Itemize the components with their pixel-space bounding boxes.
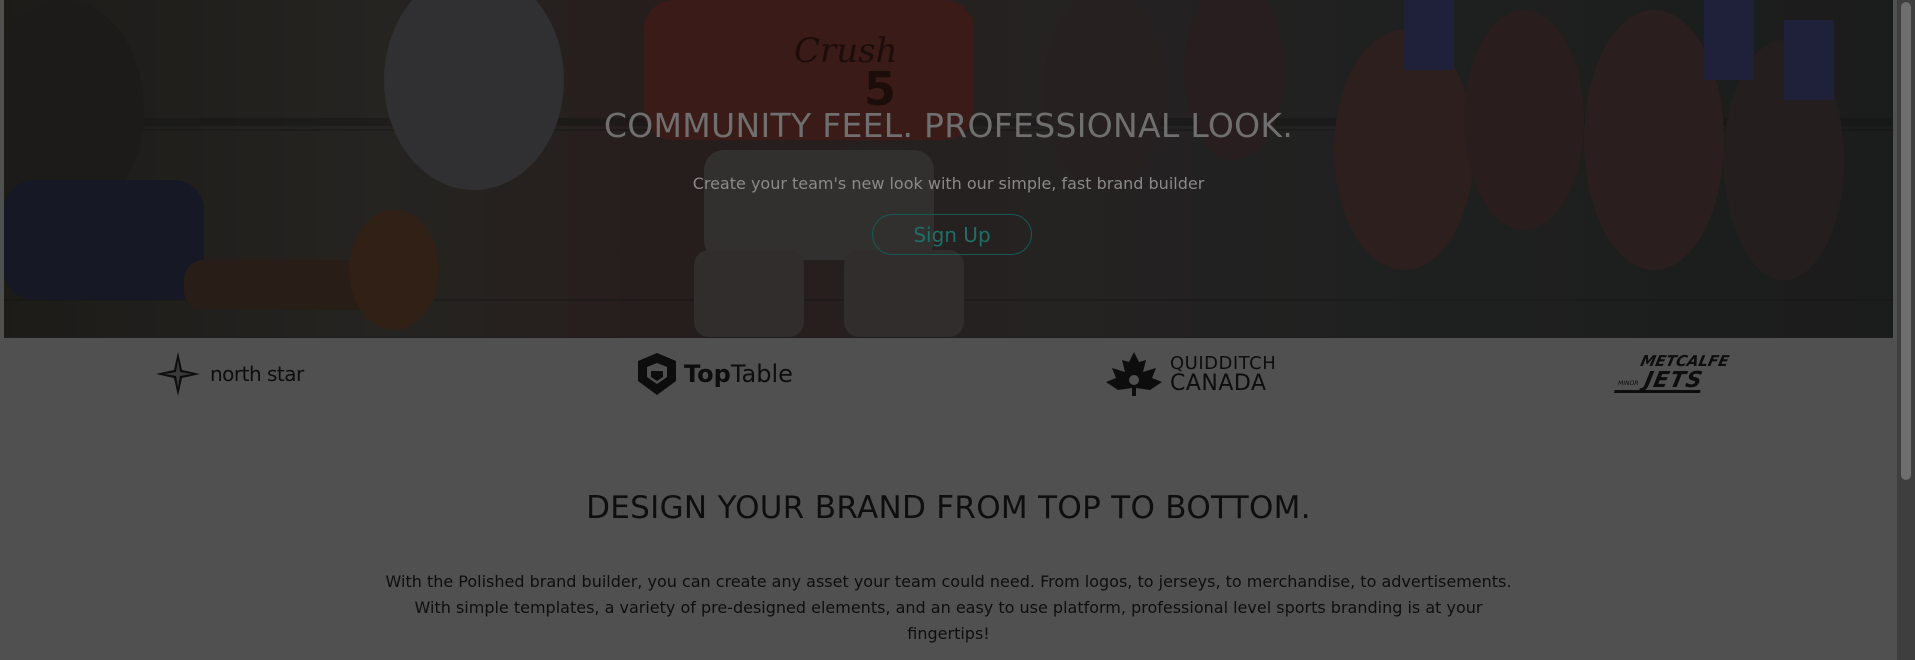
quidditch-canada-logo[interactable]: QUIDDITCH CANADA	[1106, 352, 1276, 396]
north-star-logo[interactable]: north star	[156, 352, 304, 396]
page-scrollbar[interactable]	[1897, 0, 1915, 660]
metcalfe-jets-logo-small: MINOR	[1617, 380, 1640, 387]
quidditch-canada-logo-line2: CANADA	[1170, 371, 1267, 396]
landing-page: Crush 5 COMMUNITY FEEL. PROFESSIONAL LOO…	[0, 0, 1897, 660]
metcalfe-jets-logo[interactable]: METCALFE JETS MINOR	[1613, 352, 1731, 396]
top-table-logo[interactable]: TopTable	[638, 352, 793, 396]
section-description: With the Polished brand builder, you can…	[385, 572, 1512, 643]
north-star-logo-text: north star	[210, 362, 304, 386]
hero-banner: Crush 5 COMMUNITY FEEL. PROFESSIONAL LOO…	[4, 0, 1893, 338]
top-table-logo-bold: Top	[684, 360, 731, 388]
section-title: DESIGN YOUR BRAND FROM TOP TO BOTTOM.	[586, 490, 1311, 526]
compass-star-icon	[156, 352, 200, 396]
hero-subtitle: Create your team's new look with our sim…	[692, 174, 1205, 193]
hero-background-photo: Crush 5	[4, 0, 1893, 337]
shield-icon	[638, 353, 676, 395]
client-logo-strip: north star TopTable QUIDDITCH CANADA MET…	[0, 338, 1897, 410]
scrollbar-thumb[interactable]	[1901, 2, 1911, 480]
hero-title: COMMUNITY FEEL. PROFESSIONAL LOOK.	[603, 106, 1294, 145]
sign-up-button[interactable]: Sign Up	[872, 214, 1032, 255]
maple-leaf-icon	[1106, 352, 1162, 396]
top-table-logo-light: Table	[730, 360, 793, 388]
